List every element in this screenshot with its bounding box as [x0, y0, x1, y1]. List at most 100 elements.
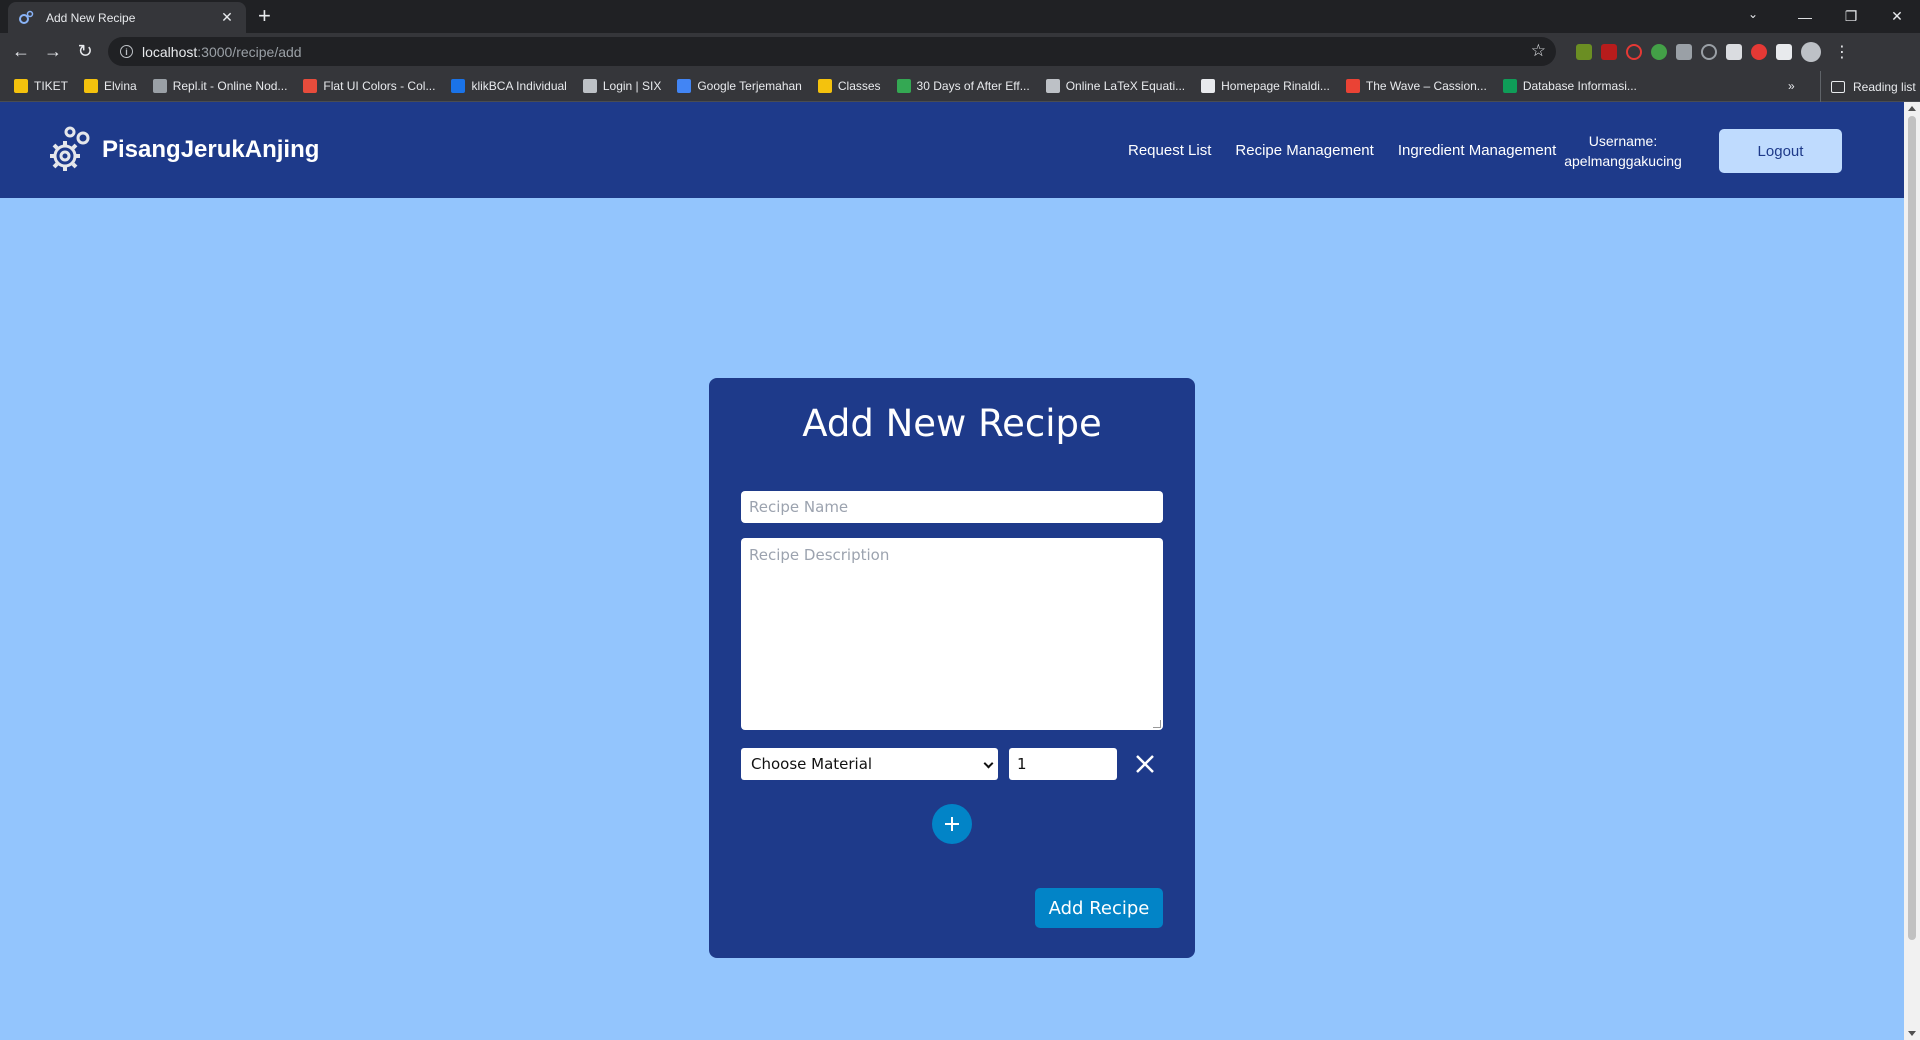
- chevron-down-icon: [983, 758, 994, 769]
- username-label: Username:: [1588, 133, 1658, 149]
- brand[interactable]: PisangJerukAnjing: [46, 124, 319, 176]
- textarea-resize-handle[interactable]: [1153, 720, 1161, 728]
- tab-search-icon[interactable]: ⌄: [1748, 7, 1758, 21]
- brand-name: PisangJerukAnjing: [102, 136, 320, 163]
- bookmark-item[interactable]: Online LaTeX Equati...: [1045, 79, 1186, 93]
- bookmark-favicon-icon: [1201, 79, 1216, 93]
- reading-list-icon: [1831, 80, 1845, 93]
- site-info-icon[interactable]: i: [120, 45, 133, 58]
- ublock-icon[interactable]: [1601, 44, 1617, 60]
- back-icon[interactable]: ←: [11, 42, 31, 60]
- quantity-input[interactable]: [1009, 748, 1117, 780]
- bookmarks-bar: TIKET Elvina Repl.it - Online Nod... Flat U…: [0, 71, 1920, 102]
- bookmark-favicon-icon: [1045, 79, 1060, 93]
- bookmark-favicon-icon: [1502, 79, 1517, 93]
- minimize-icon[interactable]: —: [1782, 0, 1828, 33]
- bookmark-item[interactable]: The Wave – Cassion...: [1345, 79, 1487, 93]
- bookmark-label: Elvina: [104, 79, 137, 93]
- extension-icon[interactable]: [1576, 44, 1592, 60]
- tab-close-icon[interactable]: ✕: [218, 9, 236, 26]
- bookmark-item[interactable]: Classes: [817, 79, 881, 93]
- bookmark-label: The Wave – Cassion...: [1365, 79, 1487, 93]
- bookmark-star-icon[interactable]: ☆: [1531, 41, 1546, 61]
- bookmark-label: Repl.it - Online Nod...: [172, 79, 288, 93]
- user-info: Username: apelmanggakucing: [1548, 131, 1698, 171]
- bookmark-item[interactable]: Elvina: [84, 79, 137, 93]
- profile-avatar[interactable]: [1801, 42, 1821, 62]
- bookmark-favicon-icon: [817, 79, 832, 93]
- extension-icon[interactable]: [1651, 44, 1667, 60]
- bookmark-label: Online LaTeX Equati...: [1065, 79, 1186, 93]
- extension-icon[interactable]: [1751, 44, 1767, 60]
- reading-list-button[interactable]: Reading list: [1820, 71, 1916, 102]
- browser-tabstrip: Add New Recipe ✕ + ⌄ — ❐ ✕: [0, 0, 1920, 33]
- bookmark-label: Login | SIX: [602, 79, 662, 93]
- recipe-name-input[interactable]: [741, 491, 1163, 523]
- bookmark-label: TIKET: [34, 79, 69, 93]
- bookmark-label: klikBCA Individual: [471, 79, 567, 93]
- menu-kebab-icon[interactable]: ⋮: [1834, 42, 1850, 62]
- app-navbar: PisangJerukAnjing Request List Recipe Ma…: [0, 102, 1904, 198]
- bookmark-item[interactable]: Repl.it - Online Nod...: [152, 79, 288, 93]
- bookmark-item[interactable]: TIKET: [14, 79, 68, 93]
- bookmark-favicon-icon: [451, 79, 466, 93]
- new-tab-icon[interactable]: +: [258, 5, 271, 27]
- add-recipe-button[interactable]: Add Recipe: [1035, 888, 1163, 928]
- gear-favicon-icon: [18, 10, 34, 26]
- plus-icon: [945, 817, 959, 831]
- bookmark-item[interactable]: Homepage Rinaldi...: [1201, 79, 1330, 93]
- username-value: apelmanggakucing: [1564, 153, 1682, 169]
- extension-icon[interactable]: [1701, 44, 1717, 60]
- nav-recipe-management[interactable]: Recipe Management: [1235, 142, 1373, 159]
- more-bookmarks-icon[interactable]: »: [1788, 79, 1795, 93]
- bookmark-favicon-icon: [84, 79, 99, 93]
- restore-icon[interactable]: ❐: [1828, 0, 1874, 33]
- bookmark-item[interactable]: Flat UI Colors - Col...: [303, 79, 435, 93]
- bookmark-favicon-icon: [582, 79, 597, 93]
- tab-title: Add New Recipe: [46, 10, 136, 25]
- bookmark-item[interactable]: 30 Days of After Eff...: [896, 79, 1030, 93]
- bookmark-label: Database Informasi...: [1522, 79, 1637, 93]
- bookmark-label: Homepage Rinaldi...: [1221, 79, 1330, 93]
- gears-logo-icon: [50, 126, 90, 171]
- url-host: localhost: [142, 43, 198, 60]
- reload-icon[interactable]: ↻: [75, 42, 95, 60]
- browser-tab[interactable]: Add New Recipe ✕: [8, 2, 246, 33]
- material-select[interactable]: Choose Material: [741, 748, 998, 780]
- address-bar[interactable]: i localhost:3000/recipe/add ☆: [108, 37, 1556, 66]
- bookmark-label: Flat UI Colors - Col...: [323, 79, 436, 93]
- bookmark-item[interactable]: klikBCA Individual: [451, 79, 567, 93]
- scroll-down-icon[interactable]: [1908, 1031, 1916, 1036]
- bookmark-item[interactable]: Database Informasi...: [1502, 79, 1637, 93]
- bookmark-favicon-icon: [14, 79, 28, 93]
- add-material-button[interactable]: [932, 804, 972, 844]
- recipe-description-input[interactable]: [741, 538, 1163, 730]
- extension-icon[interactable]: [1726, 44, 1742, 60]
- camera-icon[interactable]: [1676, 44, 1692, 60]
- bookmark-favicon-icon: [303, 79, 318, 93]
- bookmark-item[interactable]: Google Terjemahan: [677, 79, 802, 93]
- reading-list-label: Reading list: [1853, 79, 1916, 94]
- page-viewport: PisangJerukAnjing Request List Recipe Ma…: [0, 102, 1904, 1040]
- nav-request-list[interactable]: Request List: [1128, 142, 1211, 159]
- logout-button[interactable]: Logout: [1719, 129, 1842, 173]
- bookmark-item[interactable]: Login | SIX: [582, 79, 662, 93]
- opera-icon[interactable]: [1626, 44, 1642, 60]
- nav-ingredient-management[interactable]: Ingredient Management: [1398, 142, 1556, 159]
- bookmark-label: Google Terjemahan: [697, 79, 802, 93]
- forward-icon[interactable]: →: [43, 42, 63, 60]
- page-title: Add New Recipe: [802, 402, 1102, 445]
- page-scrollbar[interactable]: [1904, 102, 1920, 1040]
- scroll-thumb[interactable]: [1908, 116, 1916, 940]
- bookmark-favicon-icon: [896, 79, 911, 93]
- scroll-up-icon[interactable]: [1908, 106, 1916, 111]
- close-window-icon[interactable]: ✕: [1874, 0, 1920, 33]
- url-path: :3000/recipe/add: [197, 43, 302, 60]
- bookmark-favicon-icon: [152, 79, 167, 93]
- puzzle-icon[interactable]: [1776, 44, 1792, 60]
- add-recipe-card: Add New Recipe Choose Material Add Recip…: [709, 378, 1195, 958]
- material-select-value: Choose Material: [751, 755, 873, 773]
- bookmark-label: Classes: [837, 79, 881, 93]
- close-icon[interactable]: [1131, 750, 1159, 778]
- bookmark-label: 30 Days of After Eff...: [916, 79, 1030, 93]
